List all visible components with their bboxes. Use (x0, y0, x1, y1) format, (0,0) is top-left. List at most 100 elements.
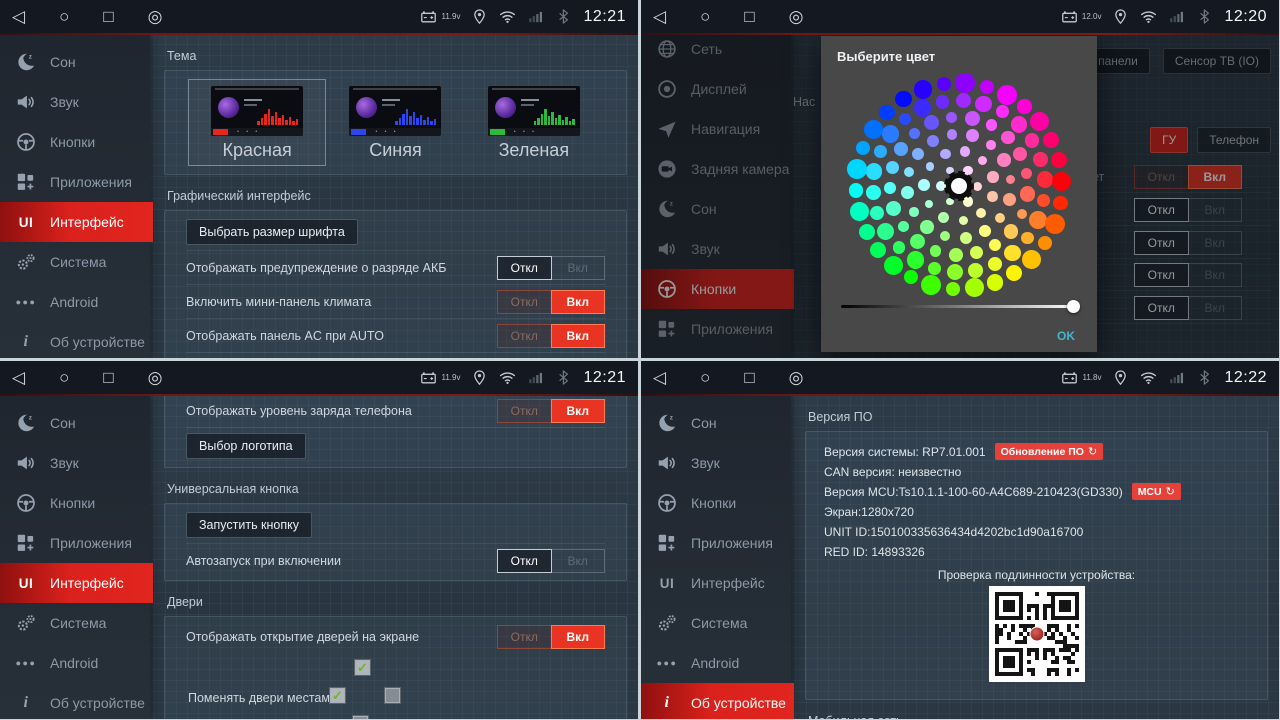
recents-button[interactable]: □ (103, 8, 113, 25)
color-dot[interactable] (866, 185, 881, 200)
sidebar-item-sleep[interactable]: zСон (0, 42, 150, 82)
recents-button[interactable]: □ (744, 8, 754, 25)
color-dot[interactable] (995, 213, 1005, 223)
color-dot[interactable] (1052, 172, 1071, 191)
toggle-on-option[interactable]: Вкл (551, 399, 606, 423)
color-dot[interactable] (1004, 245, 1021, 262)
sidebar-item-system[interactable]: Система (0, 242, 150, 282)
color-dot[interactable] (901, 186, 914, 199)
color-dot[interactable] (864, 120, 883, 139)
toggle-off-option[interactable]: Откл (497, 256, 552, 280)
sidebar-item-about[interactable]: iОб устройстве (641, 683, 794, 719)
color-dot[interactable] (989, 239, 1001, 251)
color-dot[interactable] (1003, 193, 1016, 206)
door-checkbox-left[interactable] (329, 687, 346, 704)
sidebar-item-sleep[interactable]: zСон (0, 403, 150, 443)
on-off-toggle[interactable]: ОтклВкл (497, 625, 605, 649)
color-dot[interactable] (956, 93, 971, 108)
font-size-button[interactable]: Выбрать размер шрифта (186, 219, 358, 245)
color-dot[interactable] (996, 105, 1009, 118)
color-dot[interactable] (940, 231, 950, 241)
logo-select-button[interactable]: Выбор логотипа (186, 433, 306, 459)
color-dot[interactable] (850, 202, 869, 221)
theme-option[interactable]: • • •Синяя (326, 79, 464, 166)
sidebar-item-system[interactable]: Система (0, 603, 150, 643)
color-dot[interactable] (988, 257, 1002, 271)
sidebar-item-apps[interactable]: Приложения (0, 523, 150, 563)
on-off-toggle[interactable]: ОтклВкл (497, 549, 605, 573)
color-dot[interactable] (925, 200, 933, 208)
recents-button[interactable]: □ (744, 369, 754, 386)
color-dot[interactable] (966, 129, 979, 142)
color-dot[interactable] (960, 232, 972, 244)
color-dot[interactable] (987, 191, 997, 201)
color-dot[interactable] (895, 91, 912, 108)
color-dot[interactable] (866, 163, 882, 179)
color-dot[interactable] (928, 262, 941, 275)
door-checkbox-bottom[interactable] (352, 715, 369, 719)
on-off-toggle[interactable]: ОтклВкл (497, 256, 605, 280)
color-dot[interactable] (859, 224, 876, 241)
color-dot[interactable] (924, 115, 939, 130)
color-dot[interactable] (947, 129, 957, 139)
color-dot[interactable] (986, 140, 995, 149)
color-dot[interactable] (899, 113, 911, 125)
sidebar-item-buttons[interactable]: Кнопки (0, 122, 150, 162)
color-dot[interactable] (1013, 147, 1027, 161)
color-dot[interactable] (1021, 232, 1033, 244)
color-dot[interactable] (997, 153, 1010, 166)
color-dot[interactable] (870, 242, 886, 258)
toggle-off-option[interactable]: Откл (497, 324, 551, 348)
sidebar-item-system[interactable]: Система (641, 603, 791, 643)
toggle-on-option[interactable]: Вкл (551, 324, 606, 348)
color-dot[interactable] (921, 275, 941, 295)
color-dot[interactable] (997, 85, 1017, 105)
sidebar-item-apps[interactable]: Приложения (0, 162, 150, 202)
sidebar-item-android[interactable]: ●●●Android (0, 282, 150, 322)
color-dot[interactable] (907, 251, 925, 269)
toggle-off-option[interactable]: Откл (497, 549, 552, 573)
color-dot[interactable] (959, 216, 968, 225)
sidebar-item-buttons[interactable]: Кнопки (641, 483, 791, 523)
app-button[interactable]: ◎ (148, 369, 163, 386)
color-dot[interactable] (965, 111, 980, 126)
color-dot[interactable] (1045, 214, 1065, 234)
color-dot[interactable] (987, 274, 1003, 290)
color-dot[interactable] (870, 206, 884, 220)
door-checkbox-right[interactable] (384, 687, 401, 704)
color-dot[interactable] (910, 234, 925, 249)
color-dot[interactable] (909, 207, 918, 216)
color-dot[interactable] (884, 182, 896, 194)
color-dot[interactable] (976, 208, 986, 218)
color-dot[interactable] (893, 241, 905, 253)
color-dot[interactable] (877, 223, 894, 240)
color-dot[interactable] (886, 201, 901, 216)
theme-option[interactable]: • • •Зеленая (465, 79, 603, 166)
toggle-on-option[interactable]: Вкл (551, 625, 606, 649)
color-dot[interactable] (912, 148, 924, 160)
color-dot[interactable] (949, 248, 963, 262)
color-dot[interactable] (1053, 196, 1067, 210)
sidebar-item-apps[interactable]: Приложения (641, 523, 791, 563)
home-button[interactable]: ○ (700, 369, 710, 386)
door-checkbox-top[interactable] (354, 659, 371, 676)
color-dot[interactable] (926, 162, 935, 171)
sidebar-item-interface[interactable]: UIИнтерфейс (641, 563, 791, 603)
color-wheel[interactable] (849, 76, 1069, 296)
toggle-off-option[interactable]: Откл (497, 358, 551, 359)
color-dot[interactable] (927, 135, 939, 147)
color-dot[interactable] (920, 220, 933, 233)
back-button[interactable]: ◁ (12, 369, 25, 386)
theme-option[interactable]: • • •Красная (188, 79, 326, 166)
color-dot[interactable] (847, 159, 867, 179)
color-dot[interactable] (1037, 194, 1050, 207)
home-button[interactable]: ○ (59, 369, 69, 386)
sidebar-item-interface[interactable]: UIИнтерфейс (0, 202, 153, 242)
toggle-on-option[interactable]: Вкл (552, 256, 606, 280)
back-button[interactable]: ◁ (653, 8, 666, 25)
color-dot[interactable] (979, 225, 991, 237)
toggle-on-option[interactable]: Вкл (551, 290, 606, 314)
color-dot[interactable] (909, 128, 920, 139)
software-update-button[interactable]: Обновление ПО↻ (995, 443, 1104, 460)
color-dot[interactable] (874, 145, 887, 158)
